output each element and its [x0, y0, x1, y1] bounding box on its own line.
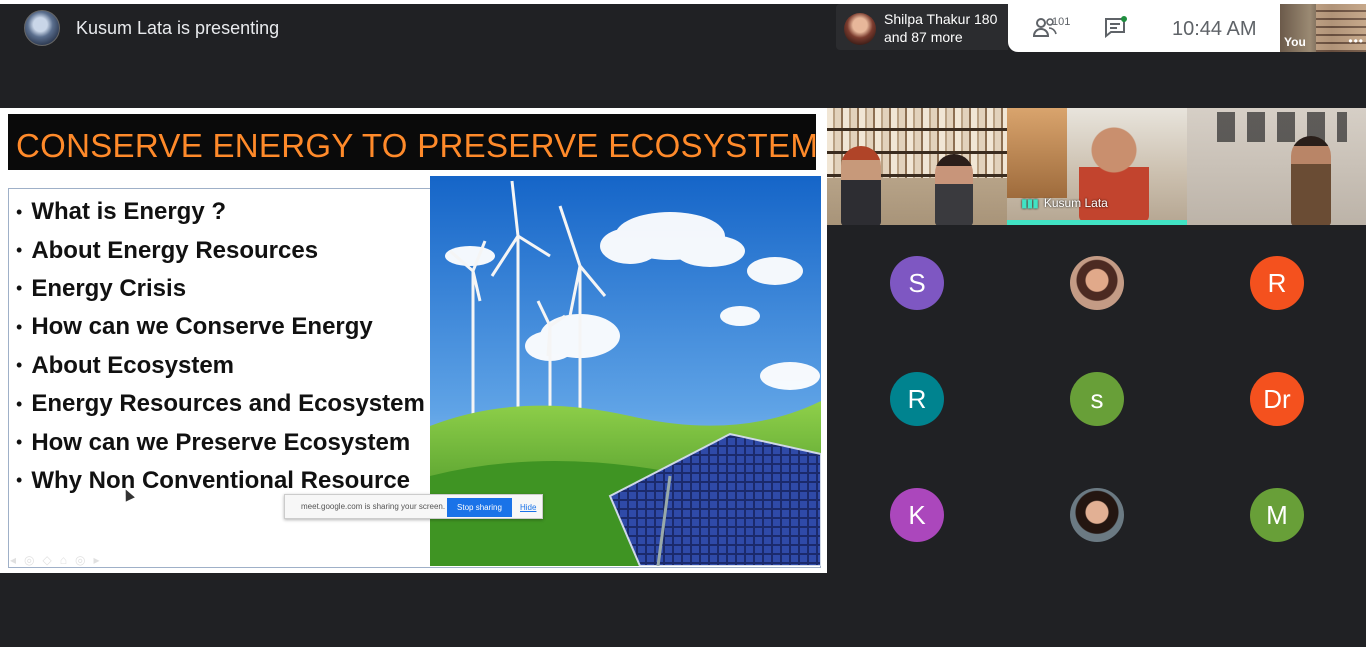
join-notification[interactable]: Shilpa Thakur 180 and 87 more: [836, 4, 1008, 50]
bullet-item: • What is Energy ?: [15, 193, 425, 231]
slide-title: CONSERVE ENERGY TO PRESERVE ECOSYSTEM: [16, 127, 819, 164]
bullet-text: Energy Crisis: [31, 274, 187, 302]
avatar-9[interactable]: M: [1250, 488, 1304, 542]
bottom-area: [0, 573, 1366, 647]
bullet-text: What is Energy ?: [31, 198, 227, 226]
avatar-photo-2[interactable]: [1070, 256, 1124, 310]
bullet-glyph: •: [16, 470, 23, 491]
presenter-avatar: [24, 10, 60, 46]
notification-line2: and 87 more: [884, 29, 963, 45]
self-view-tile[interactable]: You •••: [1280, 4, 1366, 52]
bullet-text: How can we Conserve Energy: [31, 313, 373, 341]
bullet-item: • Energy Crisis: [15, 270, 425, 308]
notification-line1: Shilpa Thakur 180: [884, 11, 998, 27]
presenter-label: Kusum Lata is presenting: [76, 18, 280, 38]
avatar-3[interactable]: R: [1250, 256, 1304, 310]
share-message: meet.google.com is sharing your screen.: [301, 502, 446, 511]
bullet-glyph: •: [16, 240, 23, 261]
avatar-photo-8[interactable]: [1070, 488, 1124, 542]
avatar-7[interactable]: K: [890, 488, 944, 542]
bullet-glyph: •: [16, 278, 23, 299]
speaker-name-text: Kusum Lata: [1043, 196, 1108, 210]
speaker-name: ▮▮▮ Kusum Lata: [1021, 196, 1108, 210]
slide-controls[interactable]: ◂◎◇⌂◎▸: [10, 553, 107, 567]
avatar-5[interactable]: s: [1070, 372, 1124, 426]
stop-sharing-button[interactable]: Stop sharing: [447, 498, 512, 517]
bullet-text: Why Non Conventional Resource: [31, 466, 411, 494]
bullet-glyph: •: [16, 393, 23, 414]
more-options-icon[interactable]: •••: [1348, 34, 1364, 48]
notification-avatar: [844, 13, 876, 45]
participant-figure: [1291, 136, 1331, 225]
video-tile-speaker[interactable]: ▮▮▮ Kusum Lata: [1007, 108, 1187, 225]
avatar-1[interactable]: S: [890, 256, 944, 310]
bullet-text: About Energy Resources: [31, 236, 319, 264]
bullet-glyph: •: [16, 432, 23, 453]
screen-share-bar: meet.google.com is sharing your screen. …: [284, 494, 543, 519]
video-tile-1[interactable]: [827, 108, 1007, 225]
bullet-text: About Ecosystem: [31, 351, 235, 379]
participant-grid: ▮▮▮ Kusum Lata S R R s Dr K M: [827, 108, 1366, 573]
bullet-item: • Energy Resources and Ecosystem: [15, 385, 425, 423]
bullet-item: • How can we Conserve Energy: [15, 308, 425, 346]
meet-window: Kusum Lata is presenting Shilpa Thakur 1…: [0, 0, 1366, 647]
participant-figure: [935, 154, 973, 225]
video-tile-3[interactable]: [1187, 108, 1366, 225]
speaking-icon: ▮▮▮: [1021, 196, 1039, 210]
bullet-glyph: •: [16, 355, 23, 376]
bullet-item: • How can we Preserve Ecosystem: [15, 423, 425, 461]
bullet-text: How can we Preserve Ecosystem: [31, 428, 411, 456]
avatar-6[interactable]: Dr: [1250, 372, 1304, 426]
bullet-list: • What is Energy ? • About Energy Resource…: [15, 193, 425, 500]
wall-frames: [1217, 112, 1347, 142]
self-label: You: [1284, 35, 1306, 49]
bullet-text: Energy Resources and Ecosystem: [31, 390, 425, 418]
hide-link[interactable]: Hide: [520, 503, 536, 512]
slide-title-bar: CONSERVE ENERGY TO PRESERVE ECOSYSTEM: [8, 114, 819, 170]
kitchen-background: [1007, 108, 1067, 198]
bullet-item: • About Energy Resources: [15, 231, 425, 269]
bullet-glyph: •: [16, 201, 23, 222]
chat-icon[interactable]: [1104, 16, 1128, 38]
bullet-item: • About Ecosystem: [15, 347, 425, 385]
clock: 10:44 AM: [1172, 18, 1257, 40]
participant-figure: [841, 146, 881, 225]
bullet-glyph: •: [16, 316, 23, 337]
participant-count: 101: [1052, 16, 1071, 28]
top-controls: 101 10:44 AM: [1008, 4, 1280, 52]
avatar-4[interactable]: R: [890, 372, 944, 426]
